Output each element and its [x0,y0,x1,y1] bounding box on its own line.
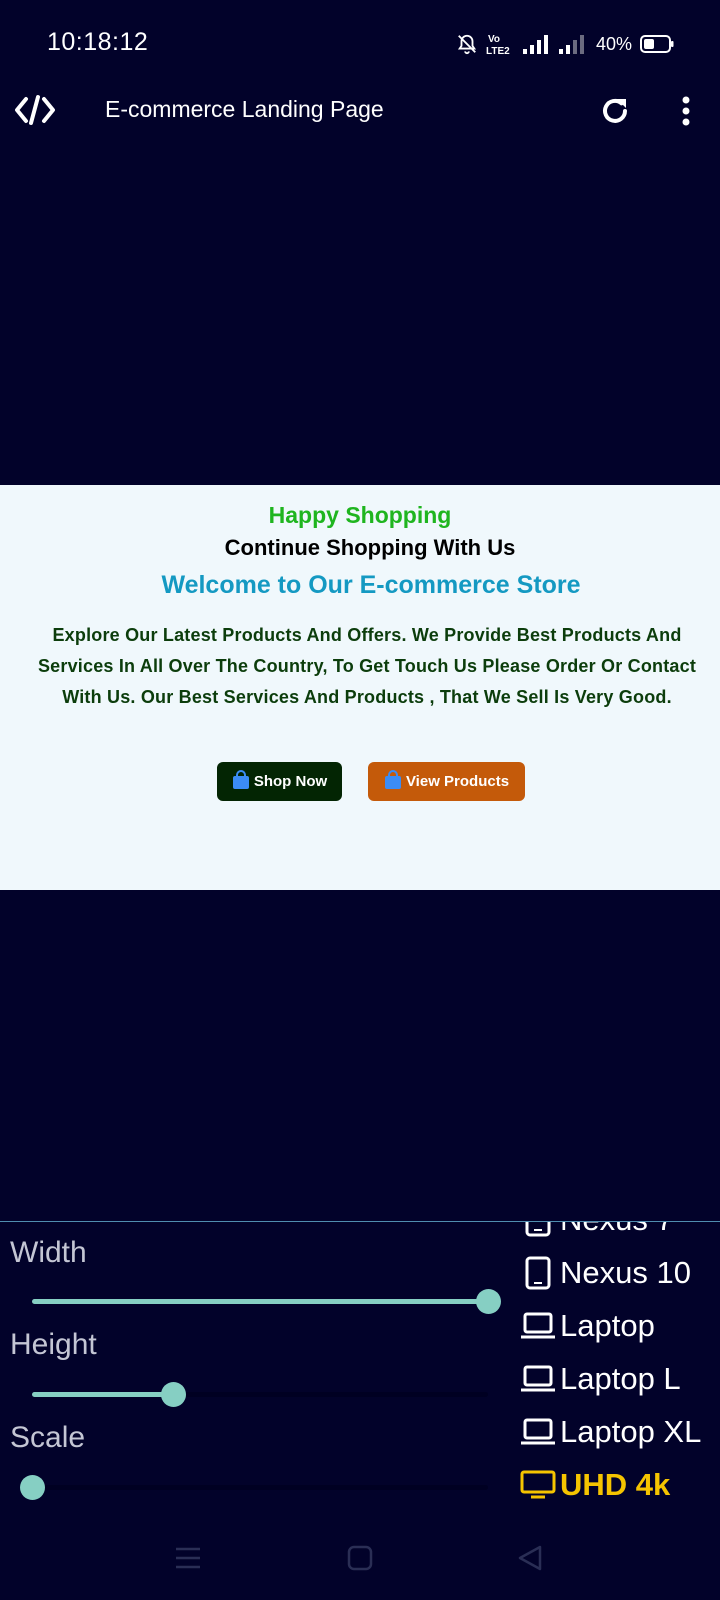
device-label: Laptop XL [560,1413,702,1449]
controls-panel: Width Height Scale Nexus 7 Nexus 10 [0,1222,720,1510]
device-label: UHD 4k [560,1466,671,1502]
device-label: Nexus 10 [560,1254,691,1290]
device-label: Nexus 7 [560,1222,674,1238]
monitor-icon [520,1467,556,1503]
code-logo-icon[interactable] [14,94,56,126]
svg-text:LTE2: LTE2 [486,46,510,56]
view-products-label: View Products [405,773,510,790]
width-label: Width [10,1236,87,1269]
width-slider-thumb[interactable] [476,1289,501,1314]
signal-icon [522,33,550,55]
bell-off-icon [456,33,478,55]
status-bar: 10:18:12 Vo LTE2 40% [0,0,720,88]
refresh-icon[interactable] [598,94,632,128]
device-label: Laptop L [560,1360,681,1396]
volte-icon: Vo LTE2 [486,32,514,56]
more-vert-icon[interactable] [670,94,702,128]
device-item-nexus-7[interactable]: Nexus 7 [520,1222,720,1246]
hero-title: Welcome to Our E-commerce Store [161,571,581,599]
height-slider-fill [32,1392,174,1397]
shop-now-button[interactable]: Shop Now [217,762,342,801]
device-label: Laptop [560,1307,655,1343]
height-slider-thumb[interactable] [161,1382,187,1407]
device-item-laptop-l[interactable]: Laptop L [520,1352,720,1405]
width-slider[interactable] [32,1289,501,1314]
signal-weak-icon [558,33,586,55]
battery-percent: 40% [595,33,632,54]
battery-icon [640,34,674,54]
device-item-uhd-4k[interactable]: UHD 4k [520,1458,720,1510]
hero-description: Explore Our Latest Products And Offers. … [37,625,697,707]
menu-icon[interactable] [174,1544,202,1577]
height-label: Height [10,1328,97,1361]
scale-slider[interactable] [20,1475,488,1500]
shopping-bag-icon [232,769,250,794]
status-icons: Vo LTE2 40% [456,30,674,58]
app-bar: E-commerce Landing Page [0,88,720,132]
laptop-icon [520,1414,556,1450]
laptop-icon [520,1361,556,1397]
app-title: E-commerce Landing Page [105,96,384,122]
tablet-icon [520,1255,556,1291]
device-list: Nexus 7 Nexus 10 Laptop Laptop L Laptop … [520,1222,720,1510]
height-slider[interactable] [32,1382,488,1407]
device-item-nexus-10[interactable]: Nexus 10 [520,1246,720,1299]
shop-now-label: Shop Now [253,773,328,790]
device-item-laptop-xl[interactable]: Laptop XL [520,1405,720,1458]
view-products-button[interactable]: View Products [368,762,525,801]
preview-panel: Happy Shopping Continue Shopping With Us… [0,485,720,890]
hero-subtitle: Continue Shopping With Us [224,535,516,560]
nav-bar [0,1520,720,1600]
tablet-icon [520,1222,556,1238]
shopping-bag-icon [384,769,402,794]
hero-tag: Happy Shopping [268,502,452,528]
status-time: 10:18:12 [47,28,149,56]
home-square-icon[interactable] [346,1544,374,1577]
scale-label: Scale [10,1421,86,1454]
scale-slider-thumb[interactable] [20,1475,45,1500]
svg-text:Vo: Vo [488,34,500,45]
back-triangle-icon[interactable] [516,1544,544,1577]
laptop-icon [520,1308,556,1344]
device-item-laptop[interactable]: Laptop [520,1299,720,1352]
width-slider-fill [32,1299,488,1304]
